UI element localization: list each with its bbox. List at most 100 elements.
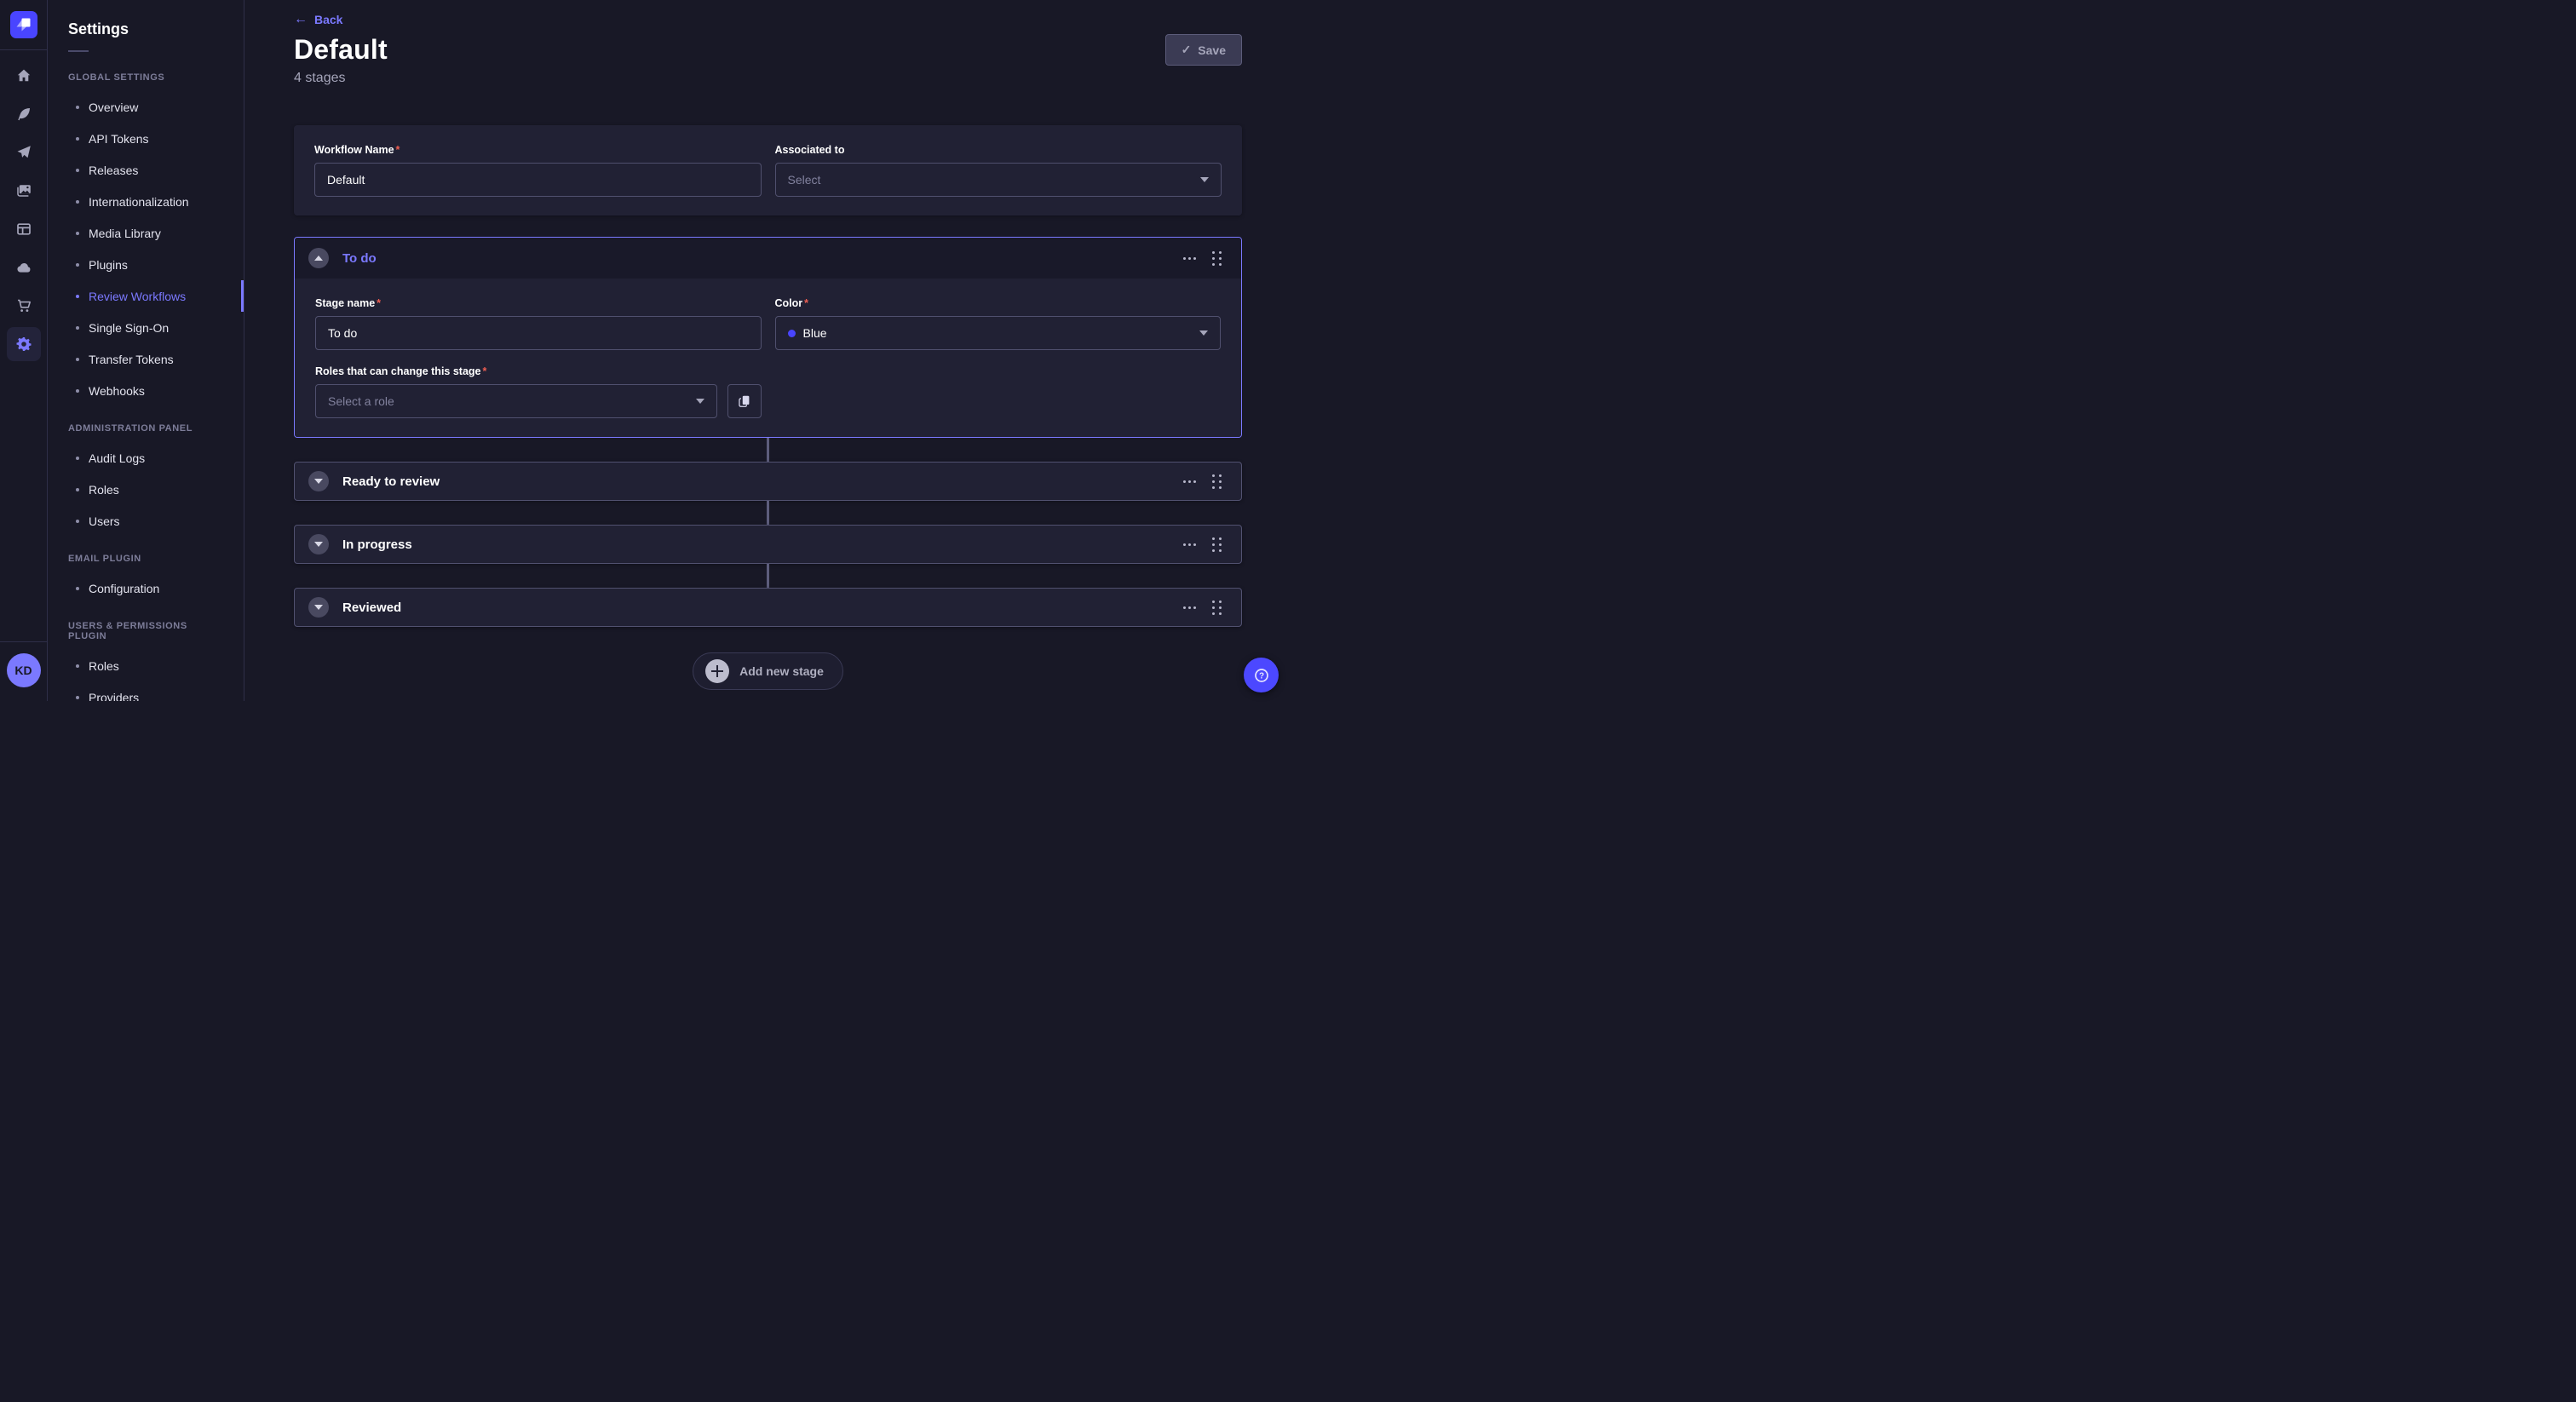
sidebar-item-configuration[interactable]: Configuration bbox=[48, 572, 244, 604]
subnav-title-rule bbox=[68, 50, 89, 52]
bullet-icon bbox=[76, 106, 79, 109]
stage-actions bbox=[1182, 249, 1224, 268]
add-new-stage-button[interactable]: Add new stage bbox=[693, 652, 843, 690]
subnav-section-label: GLOBAL SETTINGS bbox=[48, 60, 244, 91]
gear-icon bbox=[15, 336, 32, 353]
strapi-logo[interactable] bbox=[10, 11, 37, 38]
subnav-item-label: Review Workflows bbox=[89, 290, 186, 303]
stage-panel-to-do: To do Stage name Color Bl bbox=[294, 237, 1242, 438]
subnav-section-label: USERS & PERMISSIONS PLUGIN bbox=[48, 609, 244, 650]
stage-name-input[interactable] bbox=[315, 316, 762, 350]
layout-icon bbox=[15, 221, 32, 238]
workflow-name-input[interactable] bbox=[314, 163, 762, 197]
associated-to-select[interactable]: Select bbox=[775, 163, 1222, 197]
save-button[interactable]: ✓ Save bbox=[1165, 34, 1242, 66]
sidebar-item-roles[interactable]: Roles bbox=[48, 474, 244, 505]
sidebar-item-api-tokens[interactable]: API Tokens bbox=[48, 123, 244, 154]
main-content: ← Back Default ✓ Save 4 stages Workflow … bbox=[244, 0, 1288, 701]
subnav-item-label: Internationalization bbox=[89, 195, 189, 209]
cart-icon bbox=[15, 297, 32, 314]
sidebar-item-plugins[interactable]: Plugins bbox=[48, 249, 244, 280]
sidebar-item-roles[interactable]: Roles bbox=[48, 650, 244, 681]
subnav-section-label: ADMINISTRATION PANEL bbox=[48, 411, 244, 442]
chevron-down-icon bbox=[1199, 330, 1208, 336]
sidebar-item-media-library[interactable]: Media Library bbox=[48, 217, 244, 249]
home-icon bbox=[15, 67, 32, 84]
paper-plane-icon bbox=[15, 144, 32, 161]
subnav-item-label: Roles bbox=[89, 659, 119, 673]
collapse-stage-button[interactable] bbox=[308, 248, 329, 268]
associated-to-label: Associated to bbox=[775, 144, 845, 156]
bullet-icon bbox=[76, 389, 79, 393]
sidebar-item-audit-logs[interactable]: Audit Logs bbox=[48, 442, 244, 474]
app-root: KD Settings GLOBAL SETTINGS Overview API… bbox=[0, 0, 1288, 701]
drag-handle[interactable] bbox=[1210, 598, 1224, 618]
sidebar-item-webhooks[interactable]: Webhooks bbox=[48, 375, 244, 406]
back-link[interactable]: ← Back bbox=[294, 13, 342, 26]
rail-icons bbox=[7, 50, 41, 361]
stage-color-select[interactable]: Blue bbox=[775, 316, 1222, 350]
subnav-item-label: Configuration bbox=[89, 582, 159, 595]
stage-options-button[interactable] bbox=[1182, 254, 1198, 263]
expand-stage-button[interactable] bbox=[308, 597, 329, 618]
subnav-item-label: Providers bbox=[89, 691, 139, 702]
stage-options-button[interactable] bbox=[1182, 540, 1198, 549]
plus-icon bbox=[705, 659, 729, 683]
bullet-icon bbox=[76, 137, 79, 141]
chevron-down-icon bbox=[1200, 177, 1209, 182]
subnav-item-label: Media Library bbox=[89, 227, 161, 240]
stage-options-button[interactable] bbox=[1182, 603, 1198, 612]
sidebar-item-releases[interactable]: Releases bbox=[48, 154, 244, 186]
subnav-item-label: Releases bbox=[89, 164, 138, 177]
sidebar-item-internationalization[interactable]: Internationalization bbox=[48, 186, 244, 217]
workflow-name-field: Workflow Name bbox=[314, 142, 762, 197]
bullet-icon bbox=[76, 263, 79, 267]
stage-actions bbox=[1182, 535, 1224, 554]
stage-header[interactable]: To do bbox=[295, 238, 1241, 279]
subnav-items: Overview API Tokens Releases Internation… bbox=[48, 91, 244, 406]
sidebar-item-transfer-tokens[interactable]: Transfer Tokens bbox=[48, 343, 244, 375]
sidebar-item-providers[interactable]: Providers bbox=[48, 681, 244, 701]
sidebar-item-review-workflows[interactable]: Review Workflows bbox=[48, 280, 244, 312]
duplicate-roles-button[interactable] bbox=[727, 384, 762, 418]
stage-connector bbox=[767, 564, 769, 588]
stage-actions bbox=[1182, 598, 1224, 618]
stage-roles-select[interactable]: Select a role bbox=[315, 384, 717, 418]
nav-cloud[interactable] bbox=[7, 250, 41, 284]
help-button[interactable]: ? bbox=[1244, 658, 1279, 692]
bullet-icon bbox=[76, 200, 79, 204]
drag-handle[interactable] bbox=[1210, 535, 1224, 554]
sidebar-item-overview[interactable]: Overview bbox=[48, 91, 244, 123]
subnav-item-label: Single Sign-On bbox=[89, 321, 169, 335]
nav-home[interactable] bbox=[7, 59, 41, 93]
add-stage-label: Add new stage bbox=[739, 664, 824, 678]
stage-name-label: Stage name bbox=[315, 297, 381, 309]
save-label: Save bbox=[1198, 43, 1226, 57]
drag-handle[interactable] bbox=[1210, 472, 1224, 491]
nav-content-manager[interactable] bbox=[7, 212, 41, 246]
nav-settings[interactable] bbox=[7, 327, 41, 361]
subnav-item-label: Roles bbox=[89, 483, 119, 497]
svg-text:?: ? bbox=[1258, 671, 1263, 681]
bullet-icon bbox=[76, 232, 79, 235]
expand-stage-button[interactable] bbox=[308, 471, 329, 491]
subnav-item-label: API Tokens bbox=[89, 132, 149, 146]
sidebar-item-users[interactable]: Users bbox=[48, 505, 244, 537]
user-avatar[interactable]: KD bbox=[7, 653, 41, 687]
expand-stage-button[interactable] bbox=[308, 534, 329, 554]
nav-media-library[interactable] bbox=[7, 174, 41, 208]
stage-options-button[interactable] bbox=[1182, 477, 1198, 486]
stage-row-ready-to-review: Ready to review bbox=[294, 462, 1242, 501]
subnav-item-label: Users bbox=[89, 514, 120, 528]
drag-handle[interactable] bbox=[1210, 249, 1224, 268]
sidebar-item-single-sign-on[interactable]: Single Sign-On bbox=[48, 312, 244, 343]
strapi-logo-icon bbox=[10, 11, 37, 38]
associated-to-field: Associated to Select bbox=[775, 142, 1222, 197]
nav-marketplace[interactable] bbox=[7, 289, 41, 323]
nav-releases[interactable] bbox=[7, 135, 41, 170]
stage-name-field: Stage name bbox=[315, 296, 762, 350]
bullet-icon bbox=[76, 587, 79, 590]
check-icon: ✓ bbox=[1182, 43, 1192, 57]
nav-content-type-builder[interactable] bbox=[7, 97, 41, 131]
stage-editor-body: Stage name Color Blue Roles that can cha… bbox=[295, 279, 1241, 437]
